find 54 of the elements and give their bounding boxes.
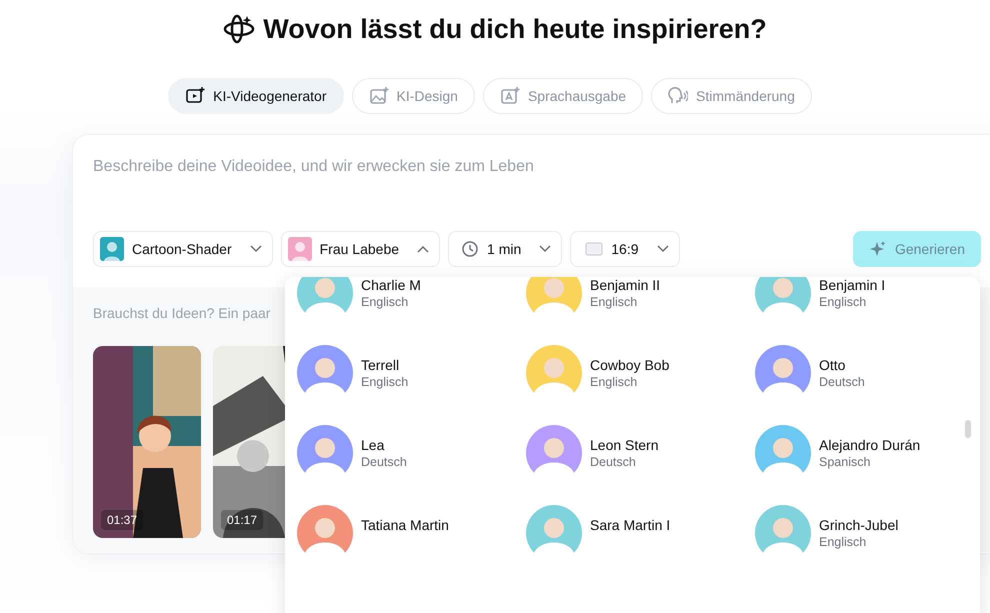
chevron-down-icon	[539, 245, 552, 253]
voice-option[interactable]: Benjamin I Englisch	[755, 277, 980, 321]
clock-icon	[461, 240, 480, 258]
option-select[interactable]: 16:9	[570, 231, 680, 267]
chevron-down-icon	[250, 245, 262, 253]
video-thumbnail[interactable]: 01:37	[93, 346, 201, 538]
voice-language: Englisch	[590, 294, 638, 310]
voice-option[interactable]: Sara Martin I	[526, 505, 755, 561]
voice-language: Deutsch	[590, 454, 637, 470]
voice-name: Benjamin I	[819, 277, 886, 294]
voice-name: Terrell	[361, 356, 400, 374]
sparkle-icon	[868, 240, 887, 258]
voice-name: Benjamin II	[590, 277, 660, 294]
voice-name: Otto	[819, 356, 846, 374]
chevron-up-icon	[417, 245, 430, 253]
prompt-field[interactable]: Beschreibe deine Videoidee, und wir erwecken sie zum Leben	[73, 147, 990, 187]
voice-option[interactable]: Grinch-Jubel Englisch	[755, 505, 980, 561]
voice-language: Englisch	[361, 374, 408, 390]
voice-name: Alejandro Durán	[819, 436, 920, 454]
head-icon	[668, 86, 688, 106]
image-icon	[368, 86, 388, 106]
voice-language: Englisch	[361, 294, 410, 310]
voice-option[interactable]: Leon Stern Deutsch	[526, 425, 755, 481]
voice-name: Charlie M	[361, 277, 421, 294]
scrollbar-thumb[interactable]	[965, 420, 971, 438]
voice-language: Spanisch	[819, 454, 872, 470]
voice-name: Cowboy Bob	[590, 356, 670, 374]
option-select[interactable]: Frau Labebe	[280, 231, 440, 267]
voice-name: Leon Stern	[590, 436, 658, 454]
video-duration: 01:17	[221, 510, 264, 530]
page-heading: Wovon lässt du dich heute inspirieren?	[263, 12, 767, 46]
voice-option[interactable]: Alejandro Durán Spanisch	[755, 425, 980, 481]
voice-name: Tatiana Martin	[361, 516, 449, 534]
voice-language: Deutsch	[819, 374, 865, 390]
option-select[interactable]: Cartoon-Shader	[93, 231, 273, 267]
voice-name: Sara Martin I	[590, 516, 670, 534]
video-icon	[185, 86, 206, 106]
text-icon	[500, 86, 520, 106]
aspect-ratio-icon	[585, 242, 604, 256]
voice-language: Deutsch	[361, 454, 407, 470]
voice-option[interactable]: Otto Deutsch	[755, 345, 980, 401]
voice-name: Grinch-Jubel	[819, 516, 898, 534]
option-select[interactable]: 1 min	[448, 231, 562, 267]
voice-option[interactable]: Charlie M Englisch	[297, 277, 526, 321]
video-duration: 01:37	[101, 510, 144, 530]
chevron-down-icon	[656, 245, 669, 253]
voice-language: Englisch	[819, 294, 868, 310]
voice-language: Englisch	[590, 374, 638, 390]
voice-option[interactable]: Benjamin II Englisch	[526, 277, 755, 321]
mode-tab[interactable]: KI-Videogenerator	[168, 78, 344, 114]
voice-option[interactable]: Cowboy Bob Englisch	[526, 345, 755, 401]
voice-language: Englisch	[819, 534, 868, 550]
orbit-logo-icon	[223, 13, 256, 45]
voice-name: Lea	[361, 436, 386, 454]
